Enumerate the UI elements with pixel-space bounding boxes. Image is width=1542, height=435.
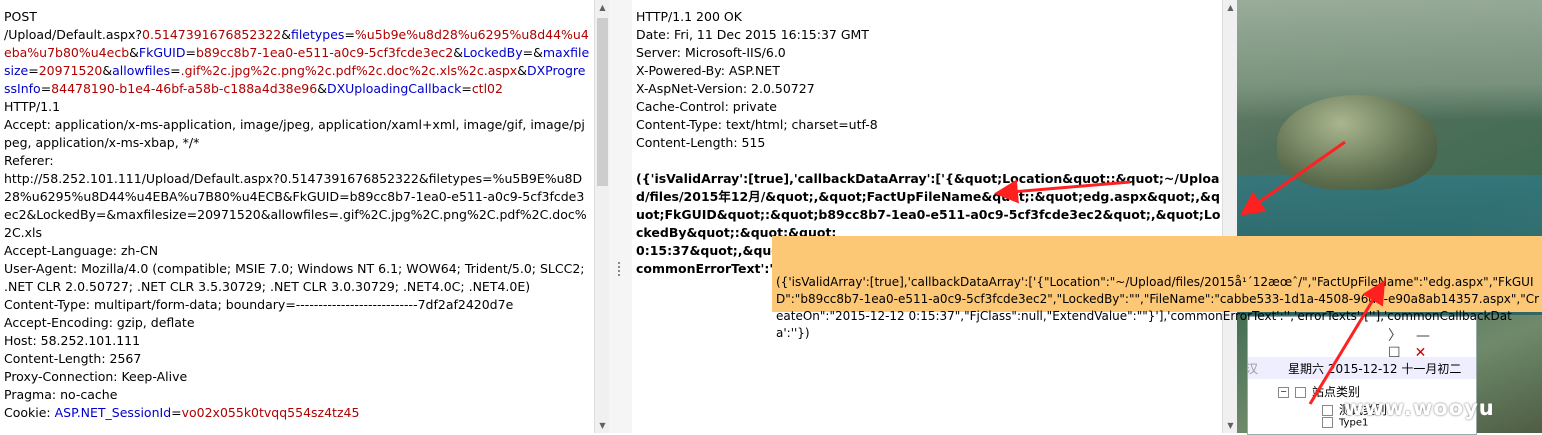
scroll-up-icon[interactable]: ▲ <box>595 0 610 15</box>
scroll-down-icon[interactable]: ▼ <box>595 418 610 433</box>
date-bar: 汉 星期六 2015-12-12 十一月初二 <box>1246 357 1476 379</box>
decoded-response-tooltip: ({'isValidArray':[true],'callbackDataArr… <box>772 236 1542 340</box>
header-powered-by: X-Powered-By: ASP.NET <box>636 63 780 78</box>
folder-icon <box>1295 387 1306 398</box>
header-content-length: Content-Length: 2567 <box>4 351 142 366</box>
header-accept: Accept: application/x-ms-application, im… <box>4 117 585 150</box>
response-scrollbar[interactable]: ▲ ▼ <box>1222 0 1238 433</box>
splitter-grip-icon[interactable] <box>618 262 625 276</box>
header-accept-encoding: Accept-Encoding: gzip, deflate <box>4 315 195 330</box>
pane-splitter[interactable] <box>609 0 632 433</box>
header-accept-language: Accept-Language: zh-CN <box>4 243 159 258</box>
request-scrollbar[interactable]: ▲ ▼ <box>594 0 610 433</box>
header-cache-control: Cache-Control: private <box>636 99 777 114</box>
header-content-length: Content-Length: 515 <box>636 135 766 150</box>
request-method: POST <box>4 9 37 24</box>
referer-url: http://58.252.101.111/Upload/Default.asp… <box>4 171 587 240</box>
tooltip-text: ({'isValidArray':[true],'callbackDataArr… <box>776 275 1540 340</box>
request-pane[interactable]: POST /Upload/Default.aspx?0.514739167685… <box>0 0 594 433</box>
header-date: Date: Fri, 11 Dec 2015 16:15:37 GMT <box>636 27 869 42</box>
status-line: HTTP/1.1 200 OK <box>636 9 742 24</box>
header-pragma: Pragma: no-cache <box>4 387 118 402</box>
header-host: Host: 58.252.101.111 <box>4 333 141 348</box>
date-value: 星期六 2015-12-12 十一月初二 <box>1288 362 1462 376</box>
scroll-up-icon[interactable]: ▲ <box>1223 0 1238 15</box>
header-referer: Referer: <box>4 153 54 168</box>
date-label: 汉 <box>1246 362 1259 376</box>
scroll-down-icon[interactable]: ▼ <box>1223 418 1238 433</box>
scroll-thumb[interactable] <box>597 18 608 186</box>
response-pane[interactable]: HTTP/1.1 200 OK Date: Fri, 11 Dec 2015 1… <box>632 0 1222 433</box>
folder-icon <box>1322 417 1333 428</box>
header-user-agent: User-Agent: Mozilla/4.0 (compatible; MSI… <box>4 261 589 294</box>
header-cookie: Cookie: ASP.NET_SessionId=vo02x055k0tvqq… <box>4 405 360 420</box>
header-server: Server: Microsoft-IIS/6.0 <box>636 45 786 60</box>
folder-icon <box>1322 405 1333 416</box>
request-text: POST /Upload/Default.aspx?0.514739167685… <box>0 0 590 422</box>
header-proxy-connection: Proxy-Connection: Keep-Alive <box>4 369 188 384</box>
wallpaper-rock <box>1277 95 1437 190</box>
request-version: HTTP/1.1 <box>4 99 61 114</box>
header-content-type: Content-Type: text/html; charset=utf-8 <box>636 117 878 132</box>
header-content-type: Content-Type: multipart/form-data; bound… <box>4 297 514 312</box>
watermark: www.wooyu <box>1344 396 1495 420</box>
collapse-icon[interactable]: − <box>1278 387 1289 398</box>
header-aspnet-version: X-AspNet-Version: 2.0.50727 <box>636 81 815 96</box>
request-url: /Upload/Default.aspx?0.5147391676852322&… <box>4 27 590 96</box>
